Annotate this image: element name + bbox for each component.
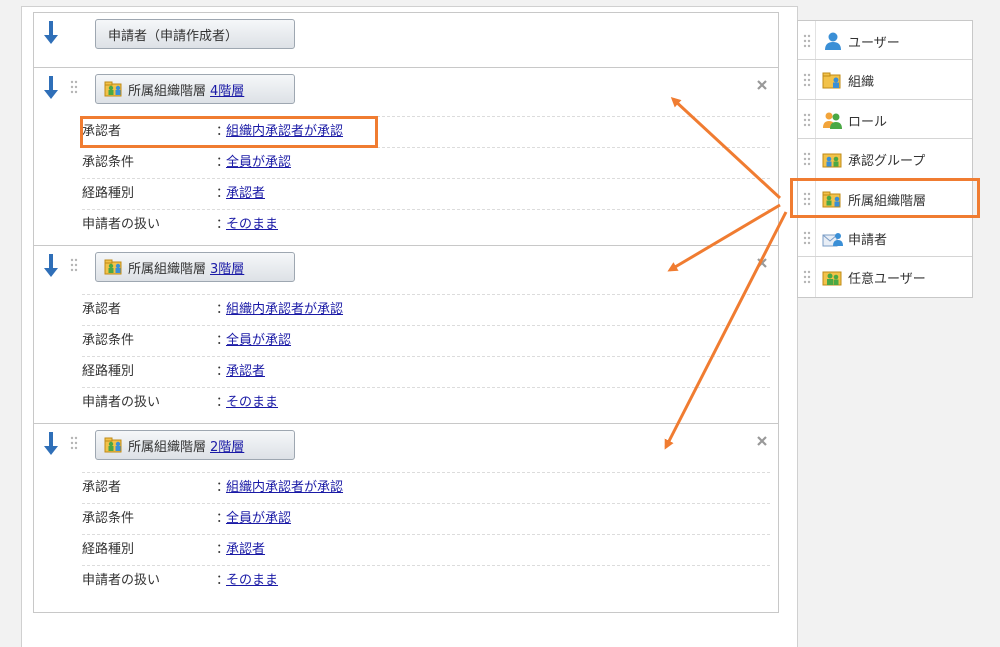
setting-label: 申請者の扱い [82,573,161,588]
down-arrow-icon [44,432,58,455]
palette-item-label: ユーザー [848,36,900,51]
setting-row: 経路種別：承認者 [82,356,770,387]
setting-row: 承認条件：全員が承認 [82,503,770,534]
applicant-node-label: 申請者（申請作成者） [108,28,239,44]
palette-item-label: 組織 [848,75,875,91]
route-node-title: 所属組織階層 [128,261,207,277]
drag-handle-icon[interactable] [70,436,78,450]
setting-label: 承認者 [82,480,122,495]
palette-item-label: 所属組織階層 [848,193,927,209]
setting-row: 承認条件：全員が承認 [82,147,770,178]
setting-value-link[interactable]: そのまま [226,566,278,596]
drag-handle-icon [803,192,811,205]
route-node-title: 所属組織階層 [128,83,207,99]
setting-value-link[interactable]: そのまま [226,388,278,418]
down-arrow-icon [44,76,58,99]
setting-label: 承認条件 [82,155,135,170]
down-arrow-icon [44,254,58,277]
setting-label: 承認条件 [82,511,135,526]
org-hierarchy-icon [104,81,122,97]
palette-item-user[interactable]: ユーザー [798,21,972,61]
drag-handle-icon [803,231,811,245]
drag-handle-icon [803,113,811,126]
setting-row: 申請者の扱い：そのまま [82,565,770,596]
route-settings: 承認者：組織内承認者が承認 承認条件：全員が承認 経路種別：承認者 申請者の扱い… [82,472,770,596]
hierarchy-level-link[interactable]: 4階層 [210,80,244,99]
applicant-node-button[interactable]: 申請者（申請作成者） [95,19,295,49]
org-hierarchy-icon [822,191,841,208]
palette-item-approval-group[interactable]: 承認グループ [798,139,972,179]
setting-label: 承認者 [82,124,122,139]
setting-row: 申請者の扱い：そのまま [82,209,770,240]
route-step-1: 所属組織階層 4階層 承認者：組織内承認者が承認 承認条件：全員が承認 経路種別… [33,67,779,246]
setting-value-link[interactable]: 組織内承認者が承認 [226,295,343,325]
route-step-3: 所属組織階層 2階層 承認者：組織内承認者が承認 承認条件：全員が承認 経路種別… [33,423,779,613]
drag-handle-icon [803,34,811,48]
palette-item-any-user[interactable]: 任意ユーザー [798,257,972,297]
role-icon [823,112,842,129]
route-node-button[interactable]: 所属組織階層 4階層 [95,74,295,104]
setting-value-link[interactable]: そのまま [226,210,278,240]
setting-row: 経路種別：承認者 [82,178,770,209]
organization-icon [822,72,841,89]
palette-item-label: ロール [848,114,888,130]
setting-row: 申請者の扱い：そのまま [82,387,770,418]
palette-item-label: 申請者 [848,232,888,248]
setting-value-link[interactable]: 承認者 [226,535,265,565]
setting-row: 承認条件：全員が承認 [82,325,770,356]
applicant-icon [822,232,843,247]
palette-item-organization[interactable]: 組織 [798,60,972,100]
drag-handle-icon [803,271,811,284]
applicant-route: 申請者（申請作成者） [33,12,779,68]
setting-value-link[interactable]: 承認者 [226,357,265,387]
setting-value-link[interactable]: 承認者 [226,179,265,209]
close-icon[interactable] [756,79,768,91]
palette-item-org-hierarchy[interactable]: 所属組織階層 [798,178,972,218]
palette-item-label: 承認グループ [848,154,926,170]
setting-label: 経路種別 [82,186,135,201]
any-user-icon [822,271,842,286]
setting-value-link[interactable]: 全員が承認 [226,326,291,356]
hierarchy-level-link[interactable]: 2階層 [210,436,244,455]
route-step-2: 所属組織階層 3階層 承認者：組織内承認者が承認 承認条件：全員が承認 経路種別… [33,245,779,424]
drag-handle-icon[interactable] [70,80,78,94]
setting-row: 承認者：組織内承認者が承認 [82,472,770,503]
org-hierarchy-icon [104,437,122,453]
route-settings: 承認者：組織内承認者が承認 承認条件：全員が承認 経路種別：承認者 申請者の扱い… [82,294,770,418]
drag-handle-icon [803,152,811,166]
setting-row: 承認者：組織内承認者が承認 [82,294,770,325]
close-icon[interactable] [756,257,768,269]
setting-row: 承認者：組織内承認者が承認 [82,116,770,147]
route-node-button[interactable]: 所属組織階層 2階層 [95,430,295,460]
user-icon [825,32,841,50]
drag-handle-icon [803,74,811,87]
setting-label: 承認者 [82,302,122,317]
route-type-palette: ユーザー 組織 ロール 承認グループ 所属組織階層 申請者 任意ユーザー [797,20,973,298]
setting-label: 経路種別 [82,542,135,557]
setting-label: 経路種別 [82,364,135,379]
setting-value-link[interactable]: 組織内承認者が承認 [226,117,343,147]
palette-item-role[interactable]: ロール [798,99,972,140]
route-node-title: 所属組織階層 [128,439,207,455]
palette-item-applicant[interactable]: 申請者 [798,217,972,258]
close-icon[interactable] [756,435,768,447]
hierarchy-level-link[interactable]: 3階層 [210,258,244,277]
down-arrow-icon [44,21,58,44]
setting-value-link[interactable]: 組織内承認者が承認 [226,473,343,503]
setting-value-link[interactable]: 全員が承認 [226,148,291,178]
org-hierarchy-icon [104,259,122,275]
approval-group-icon [822,153,842,168]
route-settings: 承認者：組織内承認者が承認 承認条件：全員が承認 経路種別：承認者 申請者の扱い… [82,116,770,240]
setting-label: 承認条件 [82,333,135,348]
setting-label: 申請者の扱い [82,217,161,232]
route-node-button[interactable]: 所属組織階層 3階層 [95,252,295,282]
setting-label: 申請者の扱い [82,395,161,410]
setting-value-link[interactable]: 全員が承認 [226,504,291,534]
palette-item-label: 任意ユーザー [848,272,926,288]
drag-handle-icon[interactable] [70,258,78,272]
setting-row: 経路種別：承認者 [82,534,770,565]
